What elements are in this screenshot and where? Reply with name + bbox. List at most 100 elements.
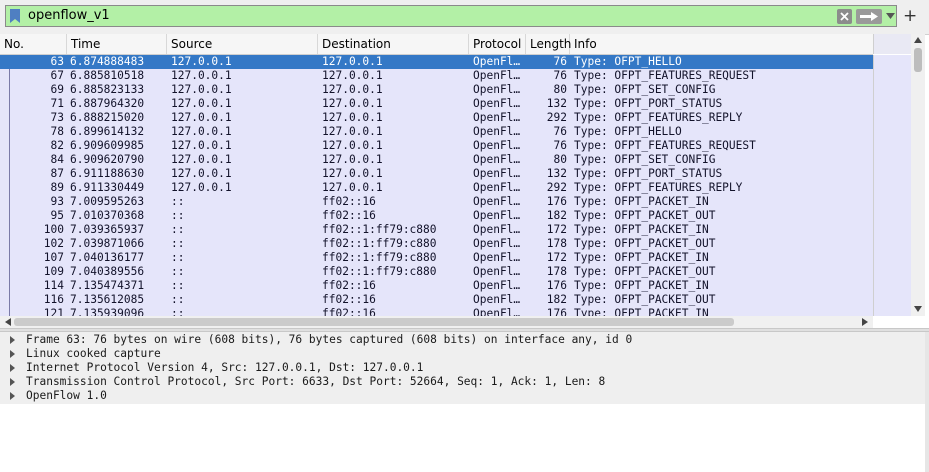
packet-list-header: No. Time Source Destination Protocol Len… <box>0 34 873 55</box>
packet-row[interactable]: 93 7.009595263:: ff02::16 OpenFl… 176 Type: O… <box>0 195 873 209</box>
expand-arrow-icon[interactable] <box>10 392 15 400</box>
packet-cell-info: Type: OFPT_PACKET_OUT <box>574 265 716 278</box>
scroll-up-arrow-icon[interactable] <box>914 37 922 43</box>
packet-cell-len: 132 <box>546 167 567 180</box>
packet-cell-no: 114 <box>43 279 64 292</box>
add-filter-button[interactable]: + <box>903 6 917 26</box>
packet-cell-no: 63 <box>50 55 64 68</box>
scroll-right-arrow-icon[interactable] <box>862 318 868 326</box>
packet-cell-no: 87 <box>50 167 64 180</box>
apply-filter-arrow-icon[interactable] <box>856 9 882 24</box>
packet-cell-time: 6.911330449 <box>70 181 145 194</box>
packet-cell-len: 176 <box>546 279 567 292</box>
column-header-info[interactable]: Info <box>570 34 873 54</box>
packet-cell-len: 76 <box>553 69 567 82</box>
scroll-left-arrow-icon[interactable] <box>5 318 11 326</box>
packet-cell-proto: OpenFl… <box>473 139 521 152</box>
display-filter-box[interactable] <box>5 5 897 27</box>
packet-row[interactable]: 95 7.010370368:: ff02::16 OpenFl… 182 Type: O… <box>0 209 873 223</box>
packet-cell-proto: OpenFl… <box>473 237 521 250</box>
vertical-scroll-thumb[interactable] <box>914 48 922 72</box>
packet-row[interactable]: 71 6.887964320 127.0.0.1 127.0.0.1 OpenFl… 13… <box>0 97 873 111</box>
packet-row[interactable]: 73 6.888215020 127.0.0.1 127.0.0.1 OpenFl… 29… <box>0 111 873 125</box>
packet-cell-no: 78 <box>50 125 64 138</box>
detail-tree-item[interactable]: Internet Protocol Version 4, Src: 127.0.… <box>0 361 925 375</box>
expand-arrow-icon[interactable] <box>10 336 15 344</box>
expand-arrow-icon[interactable] <box>10 350 15 358</box>
packet-list-vertical-scrollbar[interactable] <box>911 34 925 316</box>
packet-cell-src: 127.0.0.1 <box>171 69 232 82</box>
bookmark-icon[interactable] <box>10 9 20 23</box>
packet-cell-dst: 127.0.0.1 <box>322 153 383 166</box>
column-header-time[interactable]: Time <box>67 34 167 54</box>
packet-row[interactable]: 116 7.135612085:: ff02::16 OpenFl… 182 Type: … <box>0 293 873 307</box>
packet-rows: 63 6.874888483 127.0.0.1 127.0.0.1 OpenFl… 76… <box>0 55 873 316</box>
packet-cell-dst: ff02::16 <box>322 293 376 306</box>
clear-filter-icon[interactable] <box>837 9 852 24</box>
packet-cell-dst: 127.0.0.1 <box>322 125 383 138</box>
packet-minimap[interactable] <box>873 55 911 316</box>
column-header-no[interactable]: No. <box>0 34 67 54</box>
packet-cell-no: 100 <box>43 223 64 236</box>
packet-cell-src: :: <box>171 307 185 316</box>
expand-arrow-icon[interactable] <box>10 378 15 386</box>
expand-arrow-icon[interactable] <box>10 364 15 372</box>
packet-row[interactable]: 107 7.040136177:: ff02::1:ff79:c880 OpenFl…… <box>0 251 873 265</box>
column-header-source[interactable]: Source <box>167 34 318 54</box>
packet-details-tree: Frame 63: 76 bytes on wire (608 bits), 7… <box>0 332 925 472</box>
column-header-protocol[interactable]: Protocol <box>469 34 526 54</box>
packet-cell-src: :: <box>171 195 185 208</box>
packet-cell-info: Type: OFPT_PACKET_IN <box>574 223 709 236</box>
packet-row[interactable]: 114 7.135474371:: ff02::16 OpenFl… 176 Type: … <box>0 279 873 293</box>
packet-cell-no: 82 <box>50 139 64 152</box>
packet-cell-src: :: <box>171 209 185 222</box>
packet-list-horizontal-scrollbar[interactable] <box>0 316 873 328</box>
packet-cell-src: 127.0.0.1 <box>171 125 232 138</box>
packet-row[interactable]: 67 6.885810518 127.0.0.1 127.0.0.1 OpenFl… 76… <box>0 69 873 83</box>
packet-row[interactable]: 102 7.039871066:: ff02::1:ff79:c880 OpenFl…… <box>0 237 873 251</box>
packet-row[interactable]: 84 6.909620790 127.0.0.1 127.0.0.1 OpenFl… 80… <box>0 153 873 167</box>
packet-cell-no: 107 <box>43 251 64 264</box>
packet-cell-time: 7.039871066 <box>70 237 145 250</box>
packet-cell-proto: OpenFl… <box>473 265 521 278</box>
column-header-length[interactable]: Length <box>526 34 571 54</box>
column-header-destination[interactable]: Destination <box>318 34 469 54</box>
packet-cell-info: Type: OFPT_HELLO <box>574 125 682 138</box>
packet-cell-dst: 127.0.0.1 <box>322 97 383 110</box>
packet-row[interactable]: 87 6.911188630 127.0.0.1 127.0.0.1 OpenFl… 13… <box>0 167 873 181</box>
packet-row[interactable]: 63 6.874888483 127.0.0.1 127.0.0.1 OpenFl… 76… <box>0 55 873 69</box>
detail-tree-item[interactable]: Linux cooked capture <box>0 347 925 361</box>
display-filter-input[interactable] <box>28 8 828 23</box>
packet-cell-proto: OpenFl… <box>473 69 521 82</box>
packet-cell-time: 6.899614132 <box>70 125 145 138</box>
packet-cell-src: :: <box>171 279 185 292</box>
packet-cell-src: 127.0.0.1 <box>171 83 232 96</box>
packet-cell-src: 127.0.0.1 <box>171 55 232 68</box>
header-corner <box>873 34 911 54</box>
packet-details-rows: Frame 63: 76 bytes on wire (608 bits), 7… <box>0 332 925 404</box>
packet-row[interactable]: 109 7.040389556:: ff02::1:ff79:c880 OpenFl…… <box>0 265 873 279</box>
chevron-down-icon[interactable] <box>886 13 895 19</box>
packet-cell-len: 176 <box>546 195 567 208</box>
packet-row[interactable]: 100 7.039365937:: ff02::1:ff79:c880 OpenFl…… <box>0 223 873 237</box>
detail-tree-item[interactable]: OpenFlow 1.0 <box>0 389 925 403</box>
packet-row[interactable]: 89 6.911330449 127.0.0.1 127.0.0.1 OpenFl… 29… <box>0 181 873 195</box>
packet-row[interactable]: 82 6.909609985 127.0.0.1 127.0.0.1 OpenFl… 76… <box>0 139 873 153</box>
packet-cell-len: 76 <box>553 55 567 68</box>
packet-row[interactable]: 121 7.135939096:: ff02::16 OpenFl… 176 Type: … <box>0 307 873 316</box>
packet-cell-time: 7.135474371 <box>70 279 145 292</box>
packet-cell-dst: ff02::16 <box>322 195 376 208</box>
packet-cell-proto: OpenFl… <box>473 307 521 316</box>
detail-tree-item[interactable]: Frame 63: 76 bytes on wire (608 bits), 7… <box>0 333 925 347</box>
packet-cell-proto: OpenFl… <box>473 55 521 68</box>
packet-cell-src: 127.0.0.1 <box>171 167 232 180</box>
packet-row[interactable]: 78 6.899614132 127.0.0.1 127.0.0.1 OpenFl… 76… <box>0 125 873 139</box>
packet-cell-time: 6.909620790 <box>70 153 145 166</box>
packet-cell-time: 6.887964320 <box>70 97 145 110</box>
packet-row[interactable]: 69 6.885823133 127.0.0.1 127.0.0.1 OpenFl… 80… <box>0 83 873 97</box>
packet-cell-no: 121 <box>43 307 64 316</box>
detail-tree-item[interactable]: Transmission Control Protocol, Src Port:… <box>0 375 925 389</box>
packet-cell-src: 127.0.0.1 <box>171 111 232 124</box>
scroll-down-arrow-icon[interactable] <box>914 306 922 312</box>
horizontal-scroll-thumb[interactable] <box>14 318 734 326</box>
